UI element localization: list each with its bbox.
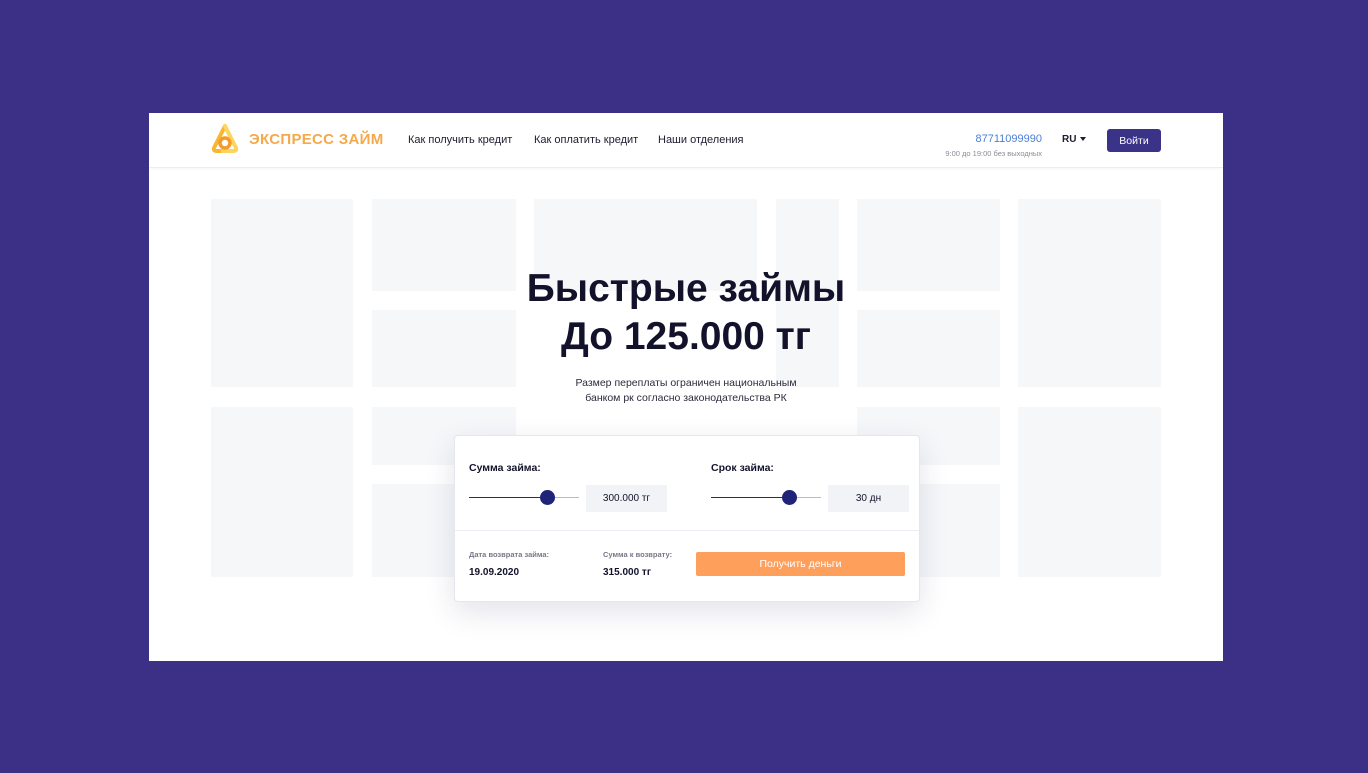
language-label: RU — [1062, 134, 1077, 145]
amount-slider-thumb[interactable] — [539, 490, 555, 505]
phone-number[interactable]: 87711099990 — [976, 133, 1042, 145]
term-slider[interactable] — [711, 490, 821, 505]
return-sum-value: 315.000 тг — [603, 567, 651, 578]
nav-how-to-get-credit[interactable]: Как получить кредит — [408, 134, 512, 146]
hero-title: Быстрые займы До 125.000 тг — [149, 265, 1223, 361]
return-sum-label: Сумма к возврату: — [603, 550, 673, 559]
amount-label: Сумма займа: — [469, 462, 541, 474]
hero-subtitle: Размер переплаты ограничен национальным … — [149, 376, 1223, 406]
caret-down-icon — [1080, 137, 1087, 142]
term-slider-thumb[interactable] — [781, 490, 797, 505]
amount-input[interactable] — [586, 485, 667, 512]
term-input[interactable] — [828, 485, 909, 512]
amount-slider[interactable] — [469, 490, 579, 505]
return-date-label: Дата возврата займа: — [469, 550, 549, 559]
app-window: ЭКСПРЕСС ЗАЙМ Как получить кредит Как оп… — [149, 113, 1223, 661]
brand-name[interactable]: ЭКСПРЕСС ЗАЙМ — [249, 131, 384, 148]
hero-title-line2: До 125.000 тг — [560, 315, 812, 358]
working-hours: 9:00 до 19:00 без выходных — [945, 149, 1042, 158]
return-date-value: 19.09.2020 — [469, 567, 520, 578]
amount-slider-fill — [469, 497, 548, 498]
loan-calculator: Сумма займа: Срок займа: Дата возврата з… — [454, 435, 920, 602]
express-zaim-logo-icon[interactable] — [209, 124, 241, 156]
term-slider-fill — [711, 497, 790, 498]
placeholder-tile — [211, 407, 353, 577]
hero-title-line1: Быстрые займы — [526, 267, 846, 310]
language-selector[interactable]: RU — [1062, 134, 1087, 145]
nav-branches[interactable]: Наши отделения — [658, 134, 744, 146]
term-label: Срок займа: — [711, 462, 774, 474]
placeholder-tile — [1018, 407, 1161, 577]
card-divider — [455, 530, 919, 531]
hero-subtitle-line2: банком рк согласно законодательства РК — [585, 392, 787, 404]
site-header: ЭКСПРЕСС ЗАЙМ Как получить кредит Как оп… — [149, 113, 1223, 168]
nav-how-to-pay-credit[interactable]: Как оплатить кредит — [534, 134, 638, 146]
login-button[interactable]: Войти — [1107, 129, 1161, 152]
get-money-button[interactable]: Получить деньги — [696, 552, 905, 576]
hero-subtitle-line1: Размер переплаты ограничен национальным — [575, 377, 797, 389]
